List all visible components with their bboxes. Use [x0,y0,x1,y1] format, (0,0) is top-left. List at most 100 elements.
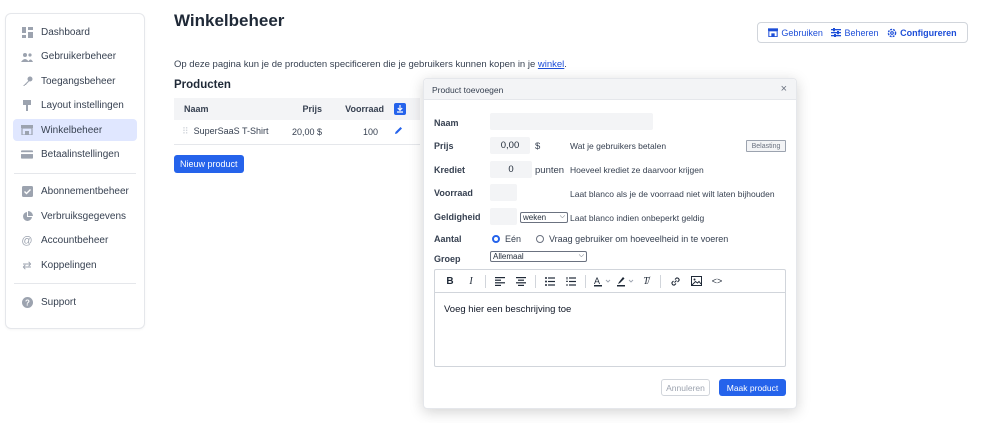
clear-formatting-icon[interactable]: T̸ [639,274,653,288]
add-product-modal: Product toevoegen × Naam Prijs $ Wat je … [423,78,797,409]
column-header-stock[interactable]: Voorraad [328,98,390,120]
image-icon[interactable] [689,274,703,288]
price-unit: $ [535,141,541,152]
validity-field[interactable] [490,208,517,225]
bold-icon[interactable]: B [443,274,457,288]
product-stock: 100 [328,120,390,145]
code-icon[interactable]: <> [710,274,724,288]
gear-icon [887,28,897,37]
sidebar-item-gebruikerbeheer[interactable]: Gebruikerbeheer [13,46,137,68]
stock-label: Voorraad [434,188,473,198]
sidebar-item-dashboard[interactable]: Dashboard [13,21,137,43]
winkel-link[interactable]: winkel [538,59,564,70]
tab-gebruiken[interactable]: Gebruiken [768,28,823,38]
sidebar-item-support[interactable]: ? Support [13,291,137,313]
download-header [390,98,420,120]
column-header-price[interactable]: Prijs [278,98,328,120]
products-table: Naam Prijs Voorraad ⠿ SuperSaaS T-Shirt 2… [174,98,420,145]
credit-field[interactable] [490,161,532,178]
toolbar-divider [660,274,661,288]
validity-label: Geldigheid [434,212,481,222]
download-icon[interactable] [394,103,406,115]
quantity-ask-radio[interactable] [536,235,544,243]
tab-beheren[interactable]: Beheren [831,27,879,38]
toolbar-divider [485,274,486,288]
group-value: Allemaal [493,252,524,261]
sidebar-item-accountbeheer[interactable]: @ Accountbeheer [13,230,137,252]
sidebar-item-label: Support [41,296,77,308]
align-left-icon[interactable] [493,274,507,288]
text-color-icon[interactable]: A [593,274,613,288]
tab-configureren[interactable]: Configureren [887,28,957,38]
credit-help: Hoeveel krediet ze daarvoor krijgen [570,165,704,175]
sidebar-item-label: Dashboard [41,26,90,38]
intro-text: Op deze pagina kun je de producten speci… [174,59,567,70]
sidebar-divider [14,283,136,284]
drag-handle-icon[interactable]: ⠿ [182,126,189,136]
new-product-button[interactable]: Nieuw product [174,155,244,173]
link-icon[interactable] [668,274,682,288]
sidebar-item-koppelingen[interactable]: ⇄ Koppelingen [13,254,137,276]
numbered-list-icon[interactable] [564,274,578,288]
tax-button[interactable]: Belasting [746,140,786,152]
stock-help: Laat blanco als je de voorraad niet wilt… [570,189,775,199]
bullet-list-icon[interactable] [543,274,557,288]
name-label: Naam [434,118,459,128]
sidebar-item-label: Verbruiksgegevens [41,210,127,222]
stock-field[interactable] [490,184,517,201]
quantity-label: Aantal [434,234,462,244]
section-title: Producten [174,79,231,91]
product-name-cell: ⠿ SuperSaaS T-Shirt [174,120,278,145]
credit-unit: punten [535,165,565,176]
tab-label: Configureren [900,27,957,38]
sidebar-item-winkelbeheer[interactable]: Winkelbeheer [13,119,137,141]
sidebar-item-layout[interactable]: Layout instellingen [13,95,137,117]
chevron-down-icon: ⌵ [559,213,565,220]
sidebar-item-label: Gebruikerbeheer [41,51,117,62]
sliders-icon [831,28,842,37]
toolbar-divider [585,274,586,288]
quantity-ask-label: Vraag gebruiker om hoeveelheid in te voe… [549,234,729,244]
tab-label: Gebruiken [781,27,823,38]
group-select[interactable]: Allemaal ⌵ [490,251,587,262]
key-icon [21,75,33,87]
sidebar-item-label: Abonnementbeheer [41,186,129,197]
sidebar-divider [14,172,136,174]
align-center-icon[interactable] [514,274,528,288]
svg-text:?: ? [25,298,30,307]
chevron-down-icon: ⌵ [578,252,584,259]
table-row[interactable]: ⠿ SuperSaaS T-Shirt 20,00 $ 100 [174,120,420,145]
price-field[interactable] [490,137,530,154]
italic-icon[interactable]: I [464,274,478,288]
price-label: Prijs [434,141,454,151]
tab-label: Beheren [844,27,879,38]
product-price: 20,00 $ [278,120,328,145]
sidebar-item-label: Betaalinstellingen [41,149,120,160]
column-header-name[interactable]: Naam [174,98,278,120]
intro-end: . [564,59,567,70]
group-label: Groep [434,254,461,264]
create-product-button[interactable]: Maak product [719,379,786,396]
store-icon [21,124,33,136]
at-icon: @ [21,234,33,247]
highlight-color-icon[interactable] [616,274,636,288]
view-tabs: Gebruiken Beheren Configureren [757,22,968,43]
validity-unit-select[interactable]: weken ⌵ [520,212,568,223]
sidebar-item-label: Layout instellingen [41,100,124,111]
sidebar-item-betaalinstellingen[interactable]: Betaalinstellingen [13,144,137,166]
close-icon[interactable]: × [781,83,787,95]
quantity-one-radio[interactable] [492,235,500,243]
page-title: Winkelbeheer [174,11,285,30]
edit-pencil-icon[interactable] [394,127,403,137]
sidebar-item-label: Toegangsbeheer [41,75,116,87]
arrows-icon: ⇄ [22,259,32,272]
product-name: SuperSaaS T-Shirt [193,126,269,137]
store-icon [768,28,779,37]
editor-body[interactable]: Voeg hier een beschrijving toe [435,293,785,326]
cancel-button[interactable]: Annuleren [661,379,710,396]
svg-text:A: A [594,276,600,286]
sidebar-item-verbruiksgegevens[interactable]: Verbruiksgegevens [13,205,137,227]
sidebar-item-toegangsbeheer[interactable]: Toegangsbeheer [13,70,137,92]
name-field[interactable] [490,113,653,130]
sidebar-item-abonnementbeheer[interactable]: Abonnementbeheer [13,181,137,203]
